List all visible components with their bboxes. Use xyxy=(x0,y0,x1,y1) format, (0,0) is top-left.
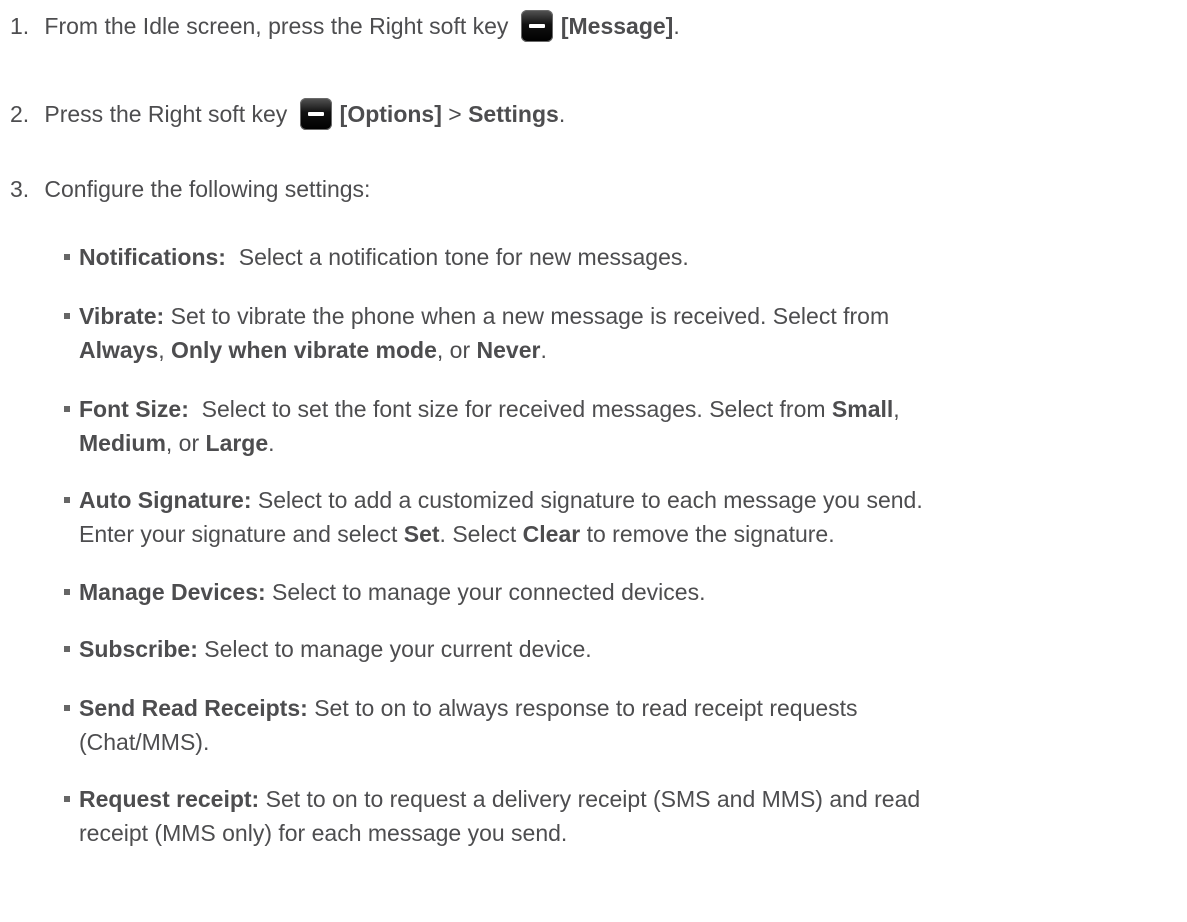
setting-text: , or xyxy=(165,430,206,456)
setting-auto-signature: Auto Signature: Select to add a customiz… xyxy=(64,483,1179,551)
step-1: 1. From the Idle screen, press the Right… xyxy=(10,9,680,46)
setting-label: Auto Signature: xyxy=(79,487,252,513)
setting-manage-devices: Manage Devices: Select to manage your co… xyxy=(64,575,1179,609)
bullet-square-icon xyxy=(64,497,70,503)
setting-option: Never xyxy=(476,337,541,363)
setting-text: . xyxy=(268,430,275,456)
step-bold-label: [Options] xyxy=(339,101,442,127)
setting-text: receipt (MMS only) for each message you … xyxy=(79,820,568,846)
setting-desc: Select to add a customized signature to … xyxy=(257,487,923,513)
setting-send-read-receipts: Send Read Receipts: Set to on to always … xyxy=(64,691,1179,759)
setting-text: to remove the signature. xyxy=(580,521,835,547)
setting-notifications: Notifications: Select a notification ton… xyxy=(64,240,1179,274)
setting-label: Request receipt: xyxy=(79,786,260,812)
step-separator: > xyxy=(448,101,462,127)
setting-desc: Set to on to request a delivery receipt … xyxy=(265,786,921,812)
setting-text: (Chat/MMS). xyxy=(79,729,210,755)
step-text: Configure the following settings: xyxy=(44,176,371,202)
step-2: 2. Press the Right soft key [Options] > … xyxy=(10,97,565,134)
step-text: Press the Right soft key xyxy=(44,101,288,127)
step-bold-label-2: Settings xyxy=(468,101,559,127)
setting-label: Vibrate: xyxy=(79,303,165,329)
setting-option: Always xyxy=(79,337,159,363)
step-number: 1. xyxy=(10,13,30,39)
setting-desc: Select to set the font size for received… xyxy=(201,396,826,422)
setting-label: Notifications: xyxy=(79,244,226,270)
setting-label: Subscribe: xyxy=(79,636,198,662)
right-soft-key-icon xyxy=(299,97,332,130)
setting-label: Manage Devices: xyxy=(79,579,266,605)
setting-label: Font Size: xyxy=(79,396,189,422)
step-number: 3. xyxy=(10,176,30,202)
bullet-square-icon xyxy=(64,589,70,595)
setting-option: Only when vibrate mode xyxy=(171,337,437,363)
setting-option: Set xyxy=(403,521,440,547)
setting-desc: Set to on to always response to read rec… xyxy=(314,695,858,721)
setting-option: Medium xyxy=(79,430,166,456)
setting-vibrate: Vibrate: Set to vibrate the phone when a… xyxy=(64,299,1179,367)
bullet-square-icon xyxy=(64,254,70,260)
setting-desc: Select to manage your connected devices. xyxy=(272,579,706,605)
bullet-square-icon xyxy=(64,313,70,319)
setting-desc: Set to vibrate the phone when a new mess… xyxy=(170,303,890,329)
bullet-square-icon xyxy=(64,796,70,802)
bullet-square-icon xyxy=(64,406,70,412)
setting-text: . Select xyxy=(439,521,523,547)
setting-option: Clear xyxy=(522,521,581,547)
bullet-square-icon xyxy=(64,646,70,652)
step-3: 3. Configure the following settings: xyxy=(10,172,370,206)
setting-option: Small xyxy=(831,396,894,422)
right-soft-key-icon xyxy=(520,9,553,42)
step-punct: . xyxy=(673,13,680,39)
setting-label: Send Read Receipts: xyxy=(79,695,308,721)
step-number: 2. xyxy=(10,101,30,127)
setting-text: , xyxy=(158,337,172,363)
step-text: From the Idle screen, press the Right so… xyxy=(44,13,509,39)
setting-text: Enter your signature and select xyxy=(79,521,404,547)
setting-text: , xyxy=(893,396,900,422)
bullet-square-icon xyxy=(64,705,70,711)
setting-desc: Select a notification tone for new messa… xyxy=(238,244,689,270)
setting-desc: Select to manage your current device. xyxy=(204,636,592,662)
setting-subscribe: Subscribe: Select to manage your current… xyxy=(64,632,1179,666)
step-bold-label: [Message] xyxy=(560,13,674,39)
setting-text: . xyxy=(540,337,547,363)
setting-option: Large xyxy=(205,430,269,456)
setting-text: , or xyxy=(436,337,477,363)
step-punct: . xyxy=(558,101,566,127)
setting-font-size: Font Size: Select to set the font size f… xyxy=(64,392,1179,460)
setting-request-receipt: Request receipt: Set to on to request a … xyxy=(64,782,1179,850)
